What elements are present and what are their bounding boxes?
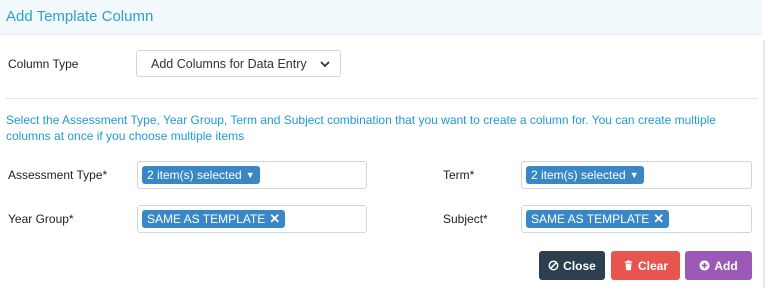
term-chip-label: 2 item(s) selected — [531, 168, 626, 182]
assessment-type-label: Assessment Type* — [8, 168, 108, 182]
ban-icon — [548, 260, 559, 271]
caret-down-icon: ▼ — [245, 170, 255, 180]
caret-down-icon: ▼ — [629, 170, 639, 180]
subject-chip: SAME AS TEMPLATE ✕ — [526, 210, 670, 228]
year-group-chip-label: SAME AS TEMPLATE — [147, 212, 266, 226]
term-chip[interactable]: 2 item(s) selected ▼ — [526, 166, 644, 184]
scroll-edge — [763, 40, 765, 288]
add-button-label: Add — [714, 258, 738, 273]
term-label: Term* — [443, 168, 475, 182]
divider — [6, 98, 758, 99]
assessment-type-multiselect[interactable]: 2 item(s) selected ▼ — [137, 161, 367, 189]
dialog-title: Add Template Column — [6, 8, 154, 25]
dialog-header: Add Template Column — [0, 0, 762, 35]
assessment-type-chip-label: 2 item(s) selected — [147, 168, 242, 182]
trash-icon — [624, 260, 633, 271]
close-button[interactable]: Close — [539, 251, 605, 280]
subject-multiselect[interactable]: SAME AS TEMPLATE ✕ — [521, 205, 752, 233]
plus-circle-icon — [699, 260, 710, 271]
close-x-icon[interactable]: ✕ — [269, 210, 280, 228]
year-group-multiselect[interactable]: SAME AS TEMPLATE ✕ — [137, 205, 367, 233]
add-button[interactable]: Add — [685, 251, 752, 280]
chevron-down-icon — [320, 61, 330, 68]
close-button-label: Close — [563, 258, 596, 273]
column-type-select[interactable]: Add Columns for Data Entry — [136, 50, 341, 77]
subject-label: Subject* — [443, 212, 488, 226]
clear-button-label: Clear — [637, 258, 669, 273]
assessment-type-chip[interactable]: 2 item(s) selected ▼ — [142, 166, 260, 184]
clear-button[interactable]: Clear — [611, 251, 680, 280]
column-type-label: Column Type — [8, 57, 79, 71]
term-multiselect[interactable]: 2 item(s) selected ▼ — [521, 161, 752, 189]
close-x-icon[interactable]: ✕ — [653, 210, 664, 228]
year-group-label: Year Group* — [8, 212, 74, 226]
subject-chip-label: SAME AS TEMPLATE — [531, 212, 650, 226]
instructions-text: Select the Assessment Type, Year Group, … — [6, 113, 716, 143]
column-type-value: Add Columns for Data Entry — [151, 57, 307, 71]
year-group-chip: SAME AS TEMPLATE ✕ — [142, 210, 286, 228]
